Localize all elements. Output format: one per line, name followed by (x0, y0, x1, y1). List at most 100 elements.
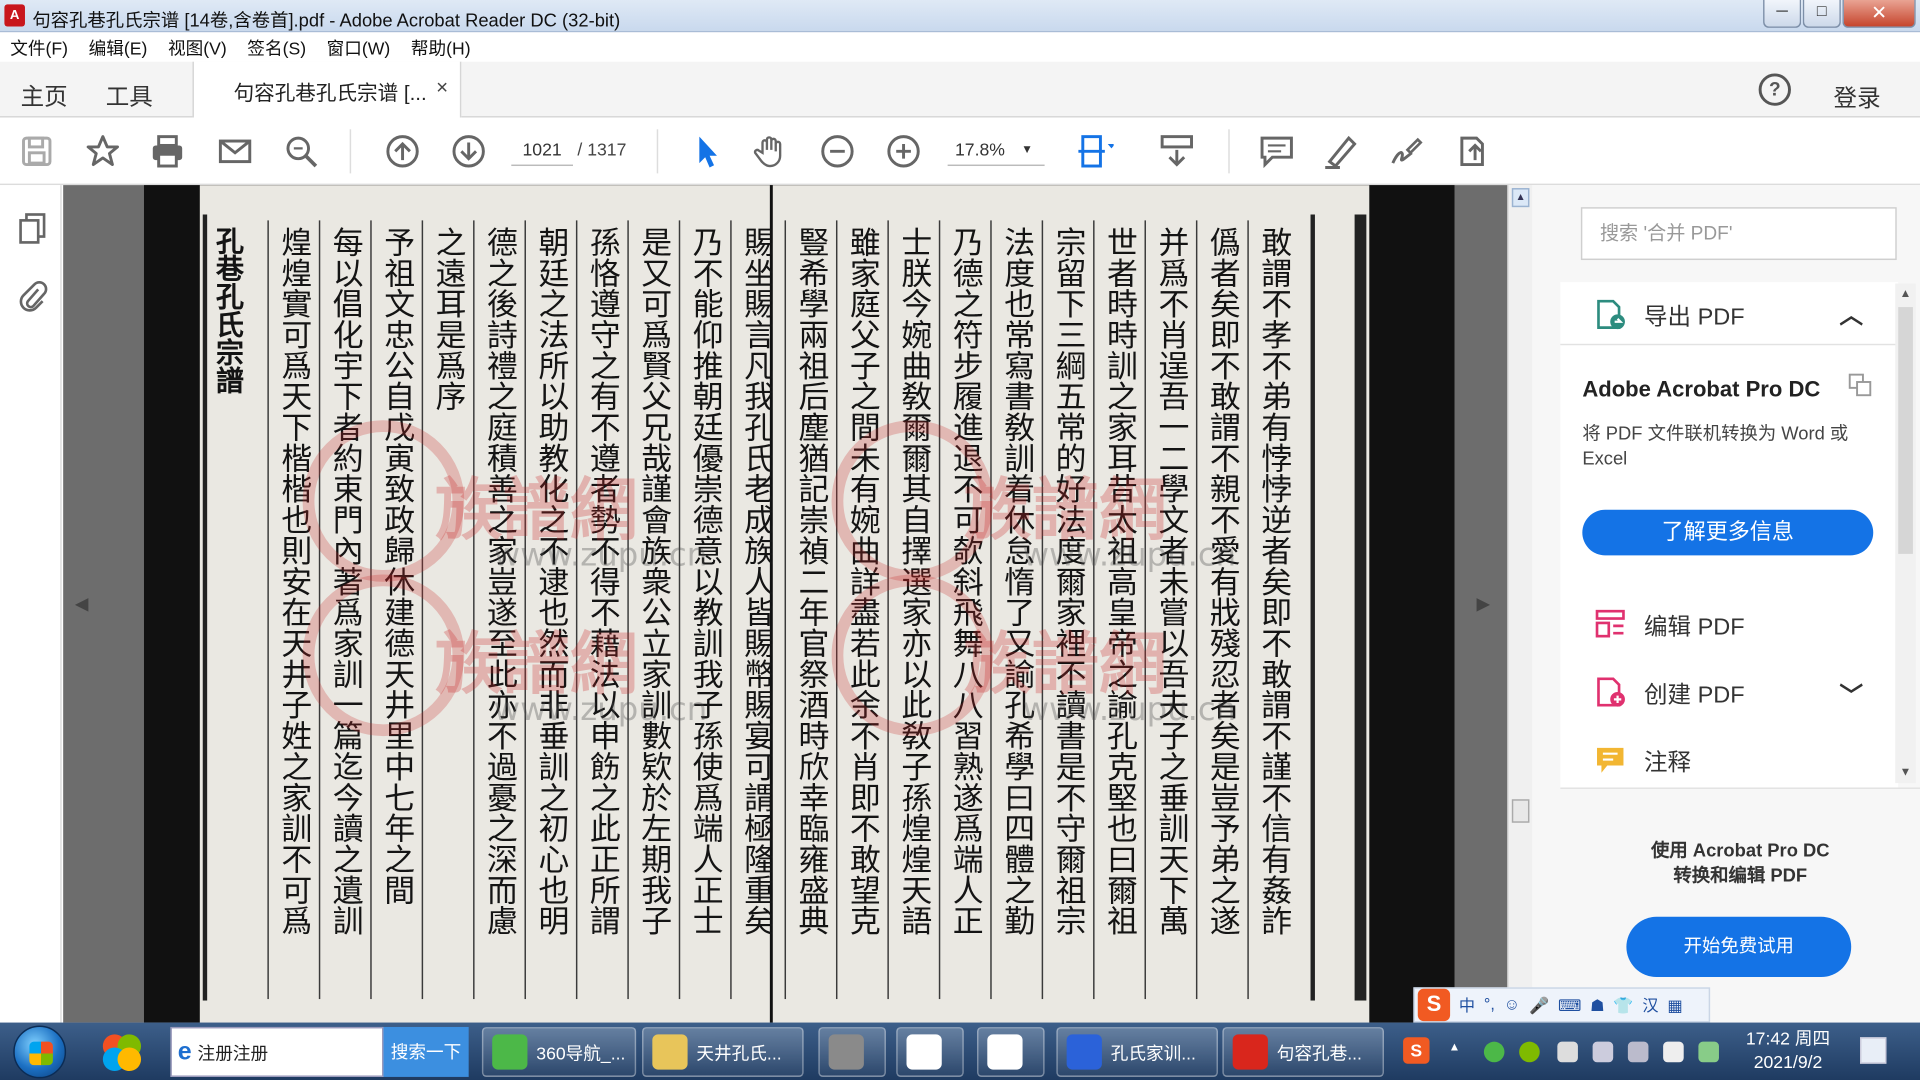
export-pdf-tool[interactable]: 导出 PDF (1594, 294, 1745, 335)
taskbar-app-button[interactable] (896, 1026, 964, 1077)
ime-keyboard-icon[interactable]: ⌨ (1558, 995, 1581, 1015)
zoom-dropdown-icon: ▼ (1021, 142, 1033, 156)
network-error-icon[interactable] (1557, 1041, 1578, 1063)
taskbar-app-label: 天井孔氏... (696, 1042, 782, 1063)
highlight-pen-icon[interactable] (1322, 132, 1360, 170)
usb-device-icon[interactable] (1592, 1041, 1614, 1063)
ime-toolbar[interactable]: S 中 °, ☺ 🎤 ⌨ ☗ 👕 汉 ▦ (1413, 987, 1711, 1023)
tools-search-input[interactable]: 搜索 '合并 PDF' (1580, 207, 1897, 261)
ie-address-box[interactable]: e 注册注册 (170, 1026, 384, 1077)
taskbar-app-icon (652, 1034, 688, 1070)
system-clock[interactable]: 17:42 周四 2021/9/2 (1734, 1027, 1843, 1074)
360-guard-icon[interactable] (1519, 1041, 1540, 1063)
ime-user-icon[interactable]: ☗ (1590, 995, 1605, 1015)
action-center-icon[interactable] (1698, 1041, 1719, 1063)
maximize-button[interactable]: □ (1802, 0, 1841, 28)
login-button[interactable]: 登录 (1834, 78, 1881, 113)
tab-document[interactable]: 句容孔巷孔氏宗谱 [... × (192, 61, 462, 118)
fit-page-icon[interactable] (1075, 132, 1116, 170)
collapse-left-panel-icon[interactable]: ◀ (75, 594, 89, 615)
document-scrollbar[interactable]: ▲ (1507, 185, 1533, 1023)
promo-convert-icon (1848, 373, 1872, 397)
print-icon[interactable] (148, 132, 186, 170)
scrollbar-thumb[interactable] (1898, 307, 1913, 554)
search-icon[interactable] (282, 132, 320, 170)
learn-more-button[interactable]: 了解更多信息 (1582, 509, 1874, 556)
menu-window[interactable]: 窗口(W) (327, 35, 391, 60)
right-leaf-column: 僞者矣即不敢謂不親不愛有戕殘忍者矣是豈予弟之遂 (1206, 226, 1241, 936)
minimize-button[interactable]: ─ (1763, 0, 1802, 28)
next-page-icon[interactable] (450, 132, 488, 170)
ime-emoji-icon[interactable]: ☺ (1504, 996, 1521, 1014)
menu-help[interactable]: 帮助(H) (411, 35, 471, 60)
previous-page-icon[interactable] (383, 132, 421, 170)
show-hidden-icons-icon[interactable]: ▲ (1449, 1040, 1464, 1055)
ie-search-button[interactable]: 搜索一下 (383, 1026, 469, 1077)
scroll-down-icon[interactable]: ▼ (1900, 765, 1912, 778)
comment-icon[interactable] (1258, 132, 1296, 170)
scroll-mode-icon[interactable] (1158, 132, 1196, 170)
document-view[interactable]: ◀ 孔巷孔氏宗譜 煌煌實可爲天下楷楷也則安在天井子姓之家訓不可爲 每以倡化宇下者約… (63, 185, 1508, 1023)
column-rule (575, 220, 578, 1000)
comment-tool[interactable]: 注释 (1594, 739, 1691, 780)
qq-browser-icon[interactable] (97, 1028, 147, 1075)
page-number-input[interactable]: 1021 (511, 134, 573, 167)
taskbar-app-button[interactable] (977, 1026, 1045, 1077)
close-window-button[interactable]: ✕ (1842, 0, 1916, 28)
show-desktop-icon[interactable] (1860, 1037, 1887, 1064)
taskbar-app-button[interactable]: 孔氏家训... (1056, 1026, 1218, 1077)
page-thumbnails-icon[interactable] (16, 212, 48, 247)
bottom-promo-line2: 转换和编辑 PDF (1673, 865, 1808, 886)
expand-right-panel-icon[interactable]: ▶ (1477, 594, 1491, 615)
toolbar-divider (1228, 129, 1230, 174)
volume-icon[interactable] (1663, 1041, 1684, 1063)
start-button-icon[interactable] (13, 1025, 67, 1079)
share-tools-icon[interactable] (1453, 132, 1491, 170)
taskbar-app-button[interactable]: 句容孔巷... (1222, 1026, 1384, 1077)
ime-toolbox-icon[interactable]: ▦ (1667, 995, 1682, 1015)
display-icon[interactable] (1627, 1041, 1649, 1063)
taskbar-app-button[interactable]: 天井孔氏... (642, 1026, 804, 1077)
menu-edit[interactable]: 编辑(E) (89, 35, 148, 60)
ime-hanzi-mode[interactable]: 汉 (1642, 993, 1658, 1017)
ime-punctuation-icon[interactable]: °, (1484, 996, 1495, 1014)
taskbar-app-button[interactable]: 360导航_... (481, 1026, 637, 1077)
zoom-in-icon[interactable] (884, 132, 922, 170)
ime-voice-icon[interactable]: 🎤 (1529, 995, 1549, 1015)
zoom-level-select[interactable]: 17.8% ▼ (947, 134, 1045, 167)
zoom-out-icon[interactable] (818, 132, 856, 170)
taskbar-app-icon (987, 1034, 1023, 1070)
hand-tool-icon[interactable] (752, 132, 790, 170)
help-icon[interactable]: ? (1758, 73, 1791, 106)
close-tab-button[interactable]: × (436, 75, 448, 99)
select-cursor-icon[interactable] (688, 132, 726, 170)
sign-icon[interactable] (1387, 132, 1425, 170)
expand-chevron-icon[interactable]: ﹀ (1839, 676, 1863, 711)
scroll-up-icon[interactable]: ▲ (1511, 188, 1530, 208)
create-pdf-tool[interactable]: 创建 PDF (1594, 671, 1745, 712)
360-safe-icon[interactable] (1483, 1041, 1505, 1063)
taskbar-app-button[interactable] (818, 1026, 886, 1077)
bookmark-star-icon[interactable] (84, 132, 122, 170)
tab-home[interactable]: 主页 (21, 76, 68, 111)
free-trial-button[interactable]: 开始免费试用 (1626, 916, 1852, 978)
scrollbar-thumb[interactable] (1511, 799, 1530, 823)
attachment-icon[interactable] (16, 279, 48, 314)
menu-view[interactable]: 视图(V) (168, 35, 227, 60)
tab-tools[interactable]: 工具 (106, 76, 153, 111)
sogou-tray-icon[interactable]: S (1403, 1037, 1430, 1064)
scroll-up-icon[interactable]: ▲ (1900, 286, 1912, 299)
edit-pdf-tool[interactable]: 编辑 PDF (1594, 604, 1745, 645)
email-icon[interactable] (216, 132, 254, 170)
acrobat-app-icon: A (4, 4, 25, 27)
menu-sign[interactable]: 签名(S) (247, 35, 306, 60)
ime-skin-icon[interactable]: 👕 (1613, 995, 1633, 1015)
taskbar-app-icon (828, 1034, 864, 1070)
menu-file[interactable]: 文件(F) (10, 35, 68, 60)
sogou-ime-logo-icon[interactable]: S (1417, 988, 1451, 1022)
title-bar: A 句容孔巷孔氏宗谱 [14卷,含卷首].pdf - Adobe Acrobat… (0, 0, 1920, 33)
collapse-chevron-icon[interactable]: ︿ (1839, 295, 1863, 330)
tools-panel-scrollbar[interactable]: ▲ ▼ (1895, 283, 1916, 784)
ime-chinese-mode[interactable]: 中 (1459, 993, 1475, 1017)
save-icon[interactable] (18, 132, 56, 170)
